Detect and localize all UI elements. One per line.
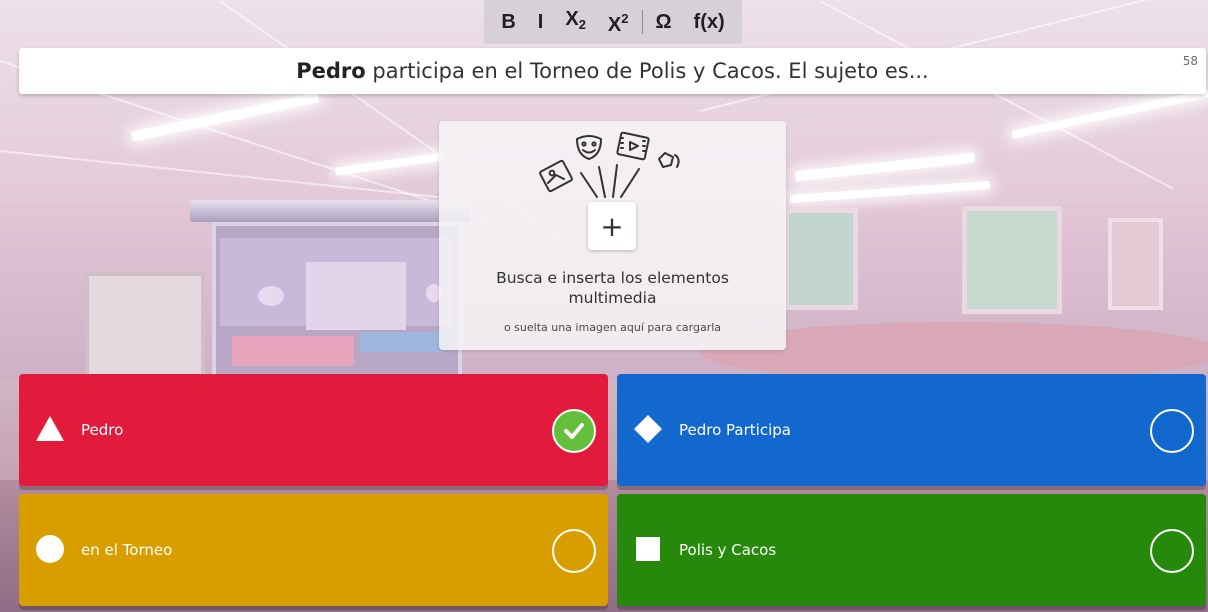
superscript-index: 2	[621, 11, 629, 26]
answer-card-3[interactable]: en el Torneo	[19, 494, 608, 606]
answer-card-1[interactable]: Pedro	[19, 374, 608, 486]
character-counter: 58	[1182, 54, 1198, 68]
special-symbol-button[interactable]: Ω	[645, 0, 683, 44]
toolbar-divider	[641, 10, 643, 34]
square-icon	[636, 537, 660, 561]
answer-text-3[interactable]: en el Torneo	[81, 494, 172, 606]
diamond-icon	[634, 415, 662, 443]
answer-card-4[interactable]: Polis y Cacos	[617, 494, 1206, 606]
mask-icon	[576, 135, 602, 160]
correct-answer-toggle-1[interactable]	[552, 409, 596, 453]
superscript-button[interactable]: X2	[597, 0, 640, 47]
answer-card-2[interactable]: Pedro Participa	[617, 374, 1206, 486]
answer-text-2[interactable]: Pedro Participa	[679, 374, 791, 486]
superscript-label: X	[607, 14, 622, 36]
question-bold-part: Pedro	[296, 59, 366, 83]
check-icon	[564, 423, 584, 439]
subscript-label: X	[565, 8, 579, 30]
media-title-line1: Busca e inserta los elementos	[496, 269, 729, 287]
media-illustration	[539, 131, 680, 198]
media-title: Busca e inserta los elementos multimedia	[439, 268, 786, 308]
triangle-icon	[36, 416, 64, 441]
media-dropzone[interactable]: + Busca e inserta los elementos multimed…	[439, 121, 786, 350]
media-hint: o suelta una imagen aquí para cargarla	[503, 321, 722, 334]
subscript-index: 2	[578, 17, 586, 32]
question-text: Pedro participa en el Torneo de Polis y …	[296, 59, 928, 83]
plus-icon: +	[600, 209, 624, 243]
italic-button[interactable]: I	[527, 0, 555, 44]
image-icon	[539, 159, 573, 193]
bold-button[interactable]: B	[490, 0, 526, 44]
answer-text-1[interactable]: Pedro	[81, 374, 123, 486]
question-input[interactable]: Pedro participa en el Torneo de Polis y …	[19, 48, 1206, 94]
audio-icon	[658, 152, 680, 168]
answer-text-4[interactable]: Polis y Cacos	[679, 494, 776, 606]
circle-icon	[36, 535, 64, 563]
formula-button[interactable]: f(x)	[683, 0, 736, 44]
correct-answer-toggle-4[interactable]	[1150, 529, 1194, 573]
video-icon	[616, 131, 650, 161]
add-media-button[interactable]: +	[588, 202, 636, 250]
correct-answer-toggle-3[interactable]	[552, 529, 596, 573]
format-toolbar: B I X2 X2 Ω f(x)	[484, 0, 742, 44]
correct-answer-toggle-2[interactable]	[1150, 409, 1194, 453]
media-title-line2: multimedia	[568, 289, 657, 307]
question-rest: participa en el Torneo de Polis y Cacos.…	[365, 59, 929, 83]
subscript-button[interactable]: X2	[554, 0, 597, 47]
